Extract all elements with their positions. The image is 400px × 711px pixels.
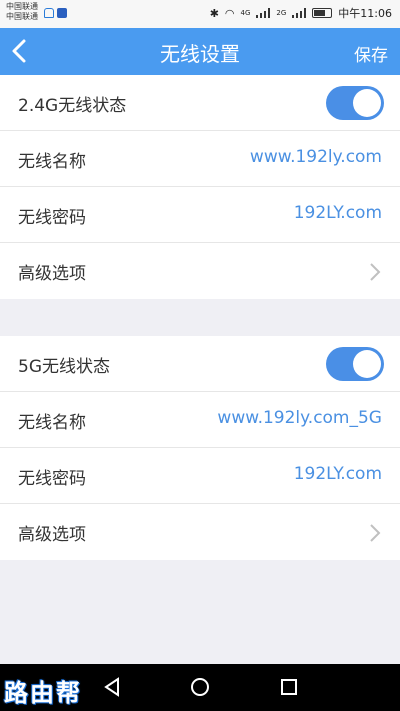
network-type-2: 2G [276, 9, 287, 17]
chevron-right-icon [370, 524, 381, 542]
row-5g-status: 5G无线状态 [0, 336, 400, 392]
signal-icon-2 [292, 8, 307, 18]
password-label: 无线密码 [18, 469, 86, 489]
password-value[interactable]: 192LY.com [294, 203, 382, 223]
battery-icon [312, 8, 333, 18]
network-type-1: 4G [240, 9, 251, 17]
title-bar: 无线设置 保存 [0, 28, 400, 75]
signal-icon [256, 8, 271, 18]
password-value[interactable]: 192LY.com [294, 464, 382, 484]
status-label: 5G无线状态 [18, 357, 110, 377]
wifi-icon: ◠ [224, 6, 235, 20]
ssid-label: 无线名称 [18, 152, 86, 172]
carrier-2: 中国联通 [6, 12, 38, 21]
system-nav-bar: 路由帮 [0, 664, 400, 711]
toggle-2-4g[interactable] [326, 86, 384, 120]
section-2-4g: 2.4G无线状态 无线名称 www.192ly.com 无线密码 192LY.c… [0, 75, 400, 299]
nav-back-icon[interactable] [100, 675, 124, 699]
ssid-value[interactable]: www.192ly.com [250, 147, 382, 167]
clock: 中午11:06 [338, 7, 392, 20]
row-5g-advanced[interactable]: 高级选项 [0, 504, 400, 560]
nav-home-icon[interactable] [188, 675, 212, 699]
password-label: 无线密码 [18, 208, 86, 228]
row-2-4g-advanced[interactable]: 高级选项 [0, 243, 400, 299]
row-5g-ssid[interactable]: 无线名称 www.192ly.com_5G [0, 392, 400, 448]
carrier-1: 中国联通 [6, 2, 38, 11]
section-5g: 5G无线状态 无线名称 www.192ly.com_5G 无线密码 192LY.… [0, 336, 400, 560]
watermark-logo: 路由帮 [4, 679, 82, 707]
toggle-5g[interactable] [326, 347, 384, 381]
row-2-4g-password[interactable]: 无线密码 192LY.com [0, 187, 400, 243]
row-5g-password[interactable]: 无线密码 192LY.com [0, 448, 400, 504]
app-icon [57, 8, 67, 18]
save-button[interactable]: 保存 [354, 41, 388, 66]
status-label: 2.4G无线状态 [18, 96, 127, 116]
lock-icon [44, 8, 54, 18]
page-title: 无线设置 [160, 42, 240, 66]
row-2-4g-status: 2.4G无线状态 [0, 75, 400, 131]
advanced-label: 高级选项 [18, 264, 86, 284]
notification-icons [44, 8, 67, 18]
bluetooth-icon: ✱ [209, 6, 219, 20]
status-bar: 中国联通 中国联通 ✱ ◠ 4G 2G 中午11:06 [0, 0, 400, 28]
chevron-right-icon [370, 263, 381, 281]
ssid-value[interactable]: www.192ly.com_5G [217, 408, 382, 428]
advanced-label: 高级选项 [18, 525, 86, 545]
nav-recents-icon[interactable] [277, 675, 301, 699]
ssid-label: 无线名称 [18, 413, 86, 433]
status-right: ✱ ◠ 4G 2G 中午11:06 [210, 5, 392, 21]
carrier-labels: 中国联通 中国联通 [6, 2, 38, 22]
row-2-4g-ssid[interactable]: 无线名称 www.192ly.com [0, 131, 400, 187]
